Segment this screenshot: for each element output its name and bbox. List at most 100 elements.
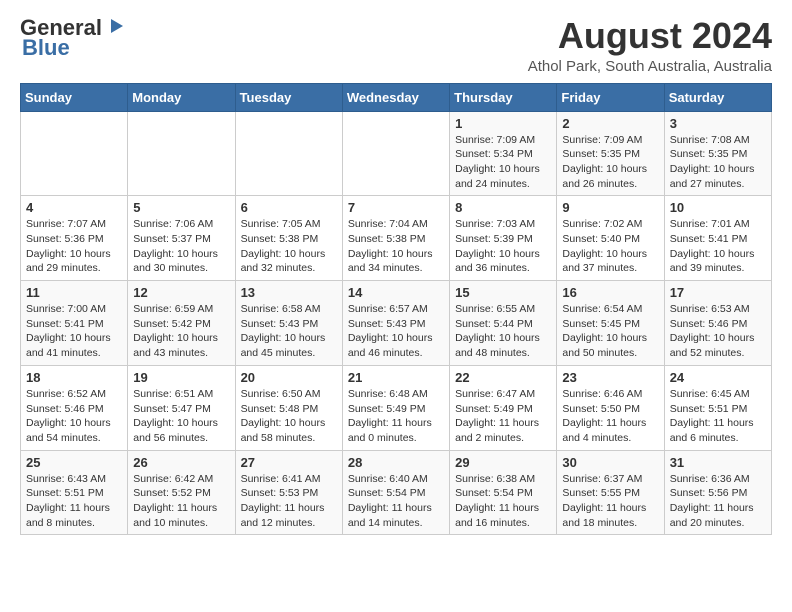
day-number: 8 [455, 200, 551, 215]
calendar-cell: 13Sunrise: 6:58 AMSunset: 5:43 PMDayligh… [235, 281, 342, 366]
calendar-cell: 12Sunrise: 6:59 AMSunset: 5:42 PMDayligh… [128, 281, 235, 366]
calendar-cell: 17 Sunrise: 6:53 AMSunset: 5:46 PMDayligh… [664, 281, 771, 366]
week-row-3: 11 Sunrise: 7:00 AMSunset: 5:41 PMDayligh… [21, 281, 772, 366]
cell-content: Sunrise: 7:03 AMSunset: 5:39 PMDaylight:… [455, 217, 551, 276]
calendar-table: SundayMondayTuesdayWednesdayThursdayFrid… [20, 83, 772, 536]
day-number: 4 [26, 200, 122, 215]
cell-content: Sunrise: 6:50 AMSunset: 5:48 PMDaylight:… [241, 387, 337, 446]
calendar-cell: 24 Sunrise: 6:45 AMSunset: 5:51 PMDayligh… [664, 365, 771, 450]
week-row-4: 18 Sunrise: 6:52 AMSunset: 5:46 PMDayligh… [21, 365, 772, 450]
calendar-cell: 8 Sunrise: 7:03 AMSunset: 5:39 PMDaylight… [450, 196, 557, 281]
cell-content: Sunrise: 6:42 AMSunset: 5:52 PMDaylight:… [133, 472, 229, 531]
weekday-header-thursday: Thursday [450, 83, 557, 111]
weekday-header-friday: Friday [557, 83, 664, 111]
calendar-cell: 27 Sunrise: 6:41 AMSunset: 5:53 PMDayligh… [235, 450, 342, 535]
day-number: 16 [562, 285, 658, 300]
calendar-cell: 22 Sunrise: 6:47 AMSunset: 5:49 PMDayligh… [450, 365, 557, 450]
day-number: 11 [26, 285, 122, 300]
logo-icon [103, 15, 125, 37]
calendar-cell: 23 Sunrise: 6:46 AMSunset: 5:50 PMDayligh… [557, 365, 664, 450]
cell-content: Sunrise: 6:45 AMSunset: 5:51 PMDaylight:… [670, 387, 766, 446]
week-row-1: 1 Sunrise: 7:09 AMSunset: 5:34 PMDaylight… [21, 111, 772, 196]
day-number: 1 [455, 116, 551, 131]
day-number: 26 [133, 455, 229, 470]
cell-content: Sunrise: 6:55 AMSunset: 5:44 PMDaylight:… [455, 302, 551, 361]
location: Athol Park, South Australia, Australia [528, 58, 772, 75]
calendar-cell [342, 111, 449, 196]
calendar-cell: 21Sunrise: 6:48 AMSunset: 5:49 PMDayligh… [342, 365, 449, 450]
calendar-cell [128, 111, 235, 196]
weekday-header-tuesday: Tuesday [235, 83, 342, 111]
cell-content: Sunrise: 7:04 AMSunset: 5:38 PMDaylight:… [348, 217, 444, 276]
calendar-cell [21, 111, 128, 196]
cell-content: Sunrise: 7:07 AMSunset: 5:36 PMDaylight:… [26, 217, 122, 276]
cell-content: Sunrise: 7:06 AMSunset: 5:37 PMDaylight:… [133, 217, 229, 276]
day-number: 3 [670, 116, 766, 131]
day-number: 13 [241, 285, 337, 300]
weekday-header-row: SundayMondayTuesdayWednesdayThursdayFrid… [21, 83, 772, 111]
day-number: 22 [455, 370, 551, 385]
calendar-cell: 9 Sunrise: 7:02 AMSunset: 5:40 PMDaylight… [557, 196, 664, 281]
calendar-cell: 7 Sunrise: 7:04 AMSunset: 5:38 PMDaylight… [342, 196, 449, 281]
cell-content: Sunrise: 6:48 AMSunset: 5:49 PMDaylight:… [348, 387, 444, 446]
calendar-cell: 29Sunrise: 6:38 AMSunset: 5:54 PMDayligh… [450, 450, 557, 535]
day-number: 27 [241, 455, 337, 470]
cell-content: Sunrise: 7:00 AMSunset: 5:41 PMDaylight:… [26, 302, 122, 361]
day-number: 23 [562, 370, 658, 385]
weekday-header-wednesday: Wednesday [342, 83, 449, 111]
day-number: 17 [670, 285, 766, 300]
calendar-cell: 30Sunrise: 6:37 AMSunset: 5:55 PMDayligh… [557, 450, 664, 535]
cell-content: Sunrise: 6:41 AMSunset: 5:53 PMDaylight:… [241, 472, 337, 531]
week-row-5: 25Sunrise: 6:43 AMSunset: 5:51 PMDayligh… [21, 450, 772, 535]
cell-content: Sunrise: 6:57 AMSunset: 5:43 PMDaylight:… [348, 302, 444, 361]
calendar-cell: 31Sunrise: 6:36 AMSunset: 5:56 PMDayligh… [664, 450, 771, 535]
cell-content: Sunrise: 7:09 AMSunset: 5:34 PMDaylight:… [455, 133, 551, 192]
week-row-2: 4 Sunrise: 7:07 AMSunset: 5:36 PMDaylight… [21, 196, 772, 281]
month-title: August 2024 [528, 16, 772, 56]
day-number: 6 [241, 200, 337, 215]
calendar-cell [235, 111, 342, 196]
title-area: August 2024 Athol Park, South Australia,… [528, 16, 772, 75]
day-number: 28 [348, 455, 444, 470]
cell-content: Sunrise: 7:08 AMSunset: 5:35 PMDaylight:… [670, 133, 766, 192]
page-header: General Blue August 2024 Athol Park, Sou… [20, 16, 772, 75]
cell-content: Sunrise: 6:52 AMSunset: 5:46 PMDaylight:… [26, 387, 122, 446]
calendar-cell: 16 Sunrise: 6:54 AMSunset: 5:45 PMDayligh… [557, 281, 664, 366]
calendar-cell: 14 Sunrise: 6:57 AMSunset: 5:43 PMDayligh… [342, 281, 449, 366]
cell-content: Sunrise: 6:54 AMSunset: 5:45 PMDaylight:… [562, 302, 658, 361]
weekday-header-monday: Monday [128, 83, 235, 111]
cell-content: Sunrise: 7:09 AMSunset: 5:35 PMDaylight:… [562, 133, 658, 192]
calendar-cell: 1 Sunrise: 7:09 AMSunset: 5:34 PMDaylight… [450, 111, 557, 196]
cell-content: Sunrise: 6:40 AMSunset: 5:54 PMDaylight:… [348, 472, 444, 531]
logo: General Blue [20, 16, 125, 60]
calendar-cell: 25Sunrise: 6:43 AMSunset: 5:51 PMDayligh… [21, 450, 128, 535]
day-number: 18 [26, 370, 122, 385]
calendar-cell: 19Sunrise: 6:51 AMSunset: 5:47 PMDayligh… [128, 365, 235, 450]
calendar-cell: 2Sunrise: 7:09 AMSunset: 5:35 PMDaylight… [557, 111, 664, 196]
calendar-cell: 18 Sunrise: 6:52 AMSunset: 5:46 PMDayligh… [21, 365, 128, 450]
weekday-header-sunday: Sunday [21, 83, 128, 111]
calendar-cell: 6Sunrise: 7:05 AMSunset: 5:38 PMDaylight… [235, 196, 342, 281]
day-number: 25 [26, 455, 122, 470]
day-number: 5 [133, 200, 229, 215]
calendar-cell: 26 Sunrise: 6:42 AMSunset: 5:52 PMDayligh… [128, 450, 235, 535]
logo-blue: Blue [22, 36, 70, 60]
day-number: 14 [348, 285, 444, 300]
calendar-cell: 28 Sunrise: 6:40 AMSunset: 5:54 PMDayligh… [342, 450, 449, 535]
cell-content: Sunrise: 6:37 AMSunset: 5:55 PMDaylight:… [562, 472, 658, 531]
day-number: 29 [455, 455, 551, 470]
day-number: 7 [348, 200, 444, 215]
cell-content: Sunrise: 6:59 AMSunset: 5:42 PMDaylight:… [133, 302, 229, 361]
day-number: 19 [133, 370, 229, 385]
day-number: 9 [562, 200, 658, 215]
cell-content: Sunrise: 6:47 AMSunset: 5:49 PMDaylight:… [455, 387, 551, 446]
cell-content: Sunrise: 6:53 AMSunset: 5:46 PMDaylight:… [670, 302, 766, 361]
calendar-cell: 4 Sunrise: 7:07 AMSunset: 5:36 PMDaylight… [21, 196, 128, 281]
day-number: 24 [670, 370, 766, 385]
cell-content: Sunrise: 6:36 AMSunset: 5:56 PMDaylight:… [670, 472, 766, 531]
cell-content: Sunrise: 6:46 AMSunset: 5:50 PMDaylight:… [562, 387, 658, 446]
calendar-cell: 20Sunrise: 6:50 AMSunset: 5:48 PMDayligh… [235, 365, 342, 450]
cell-content: Sunrise: 7:02 AMSunset: 5:40 PMDaylight:… [562, 217, 658, 276]
day-number: 15 [455, 285, 551, 300]
weekday-header-saturday: Saturday [664, 83, 771, 111]
